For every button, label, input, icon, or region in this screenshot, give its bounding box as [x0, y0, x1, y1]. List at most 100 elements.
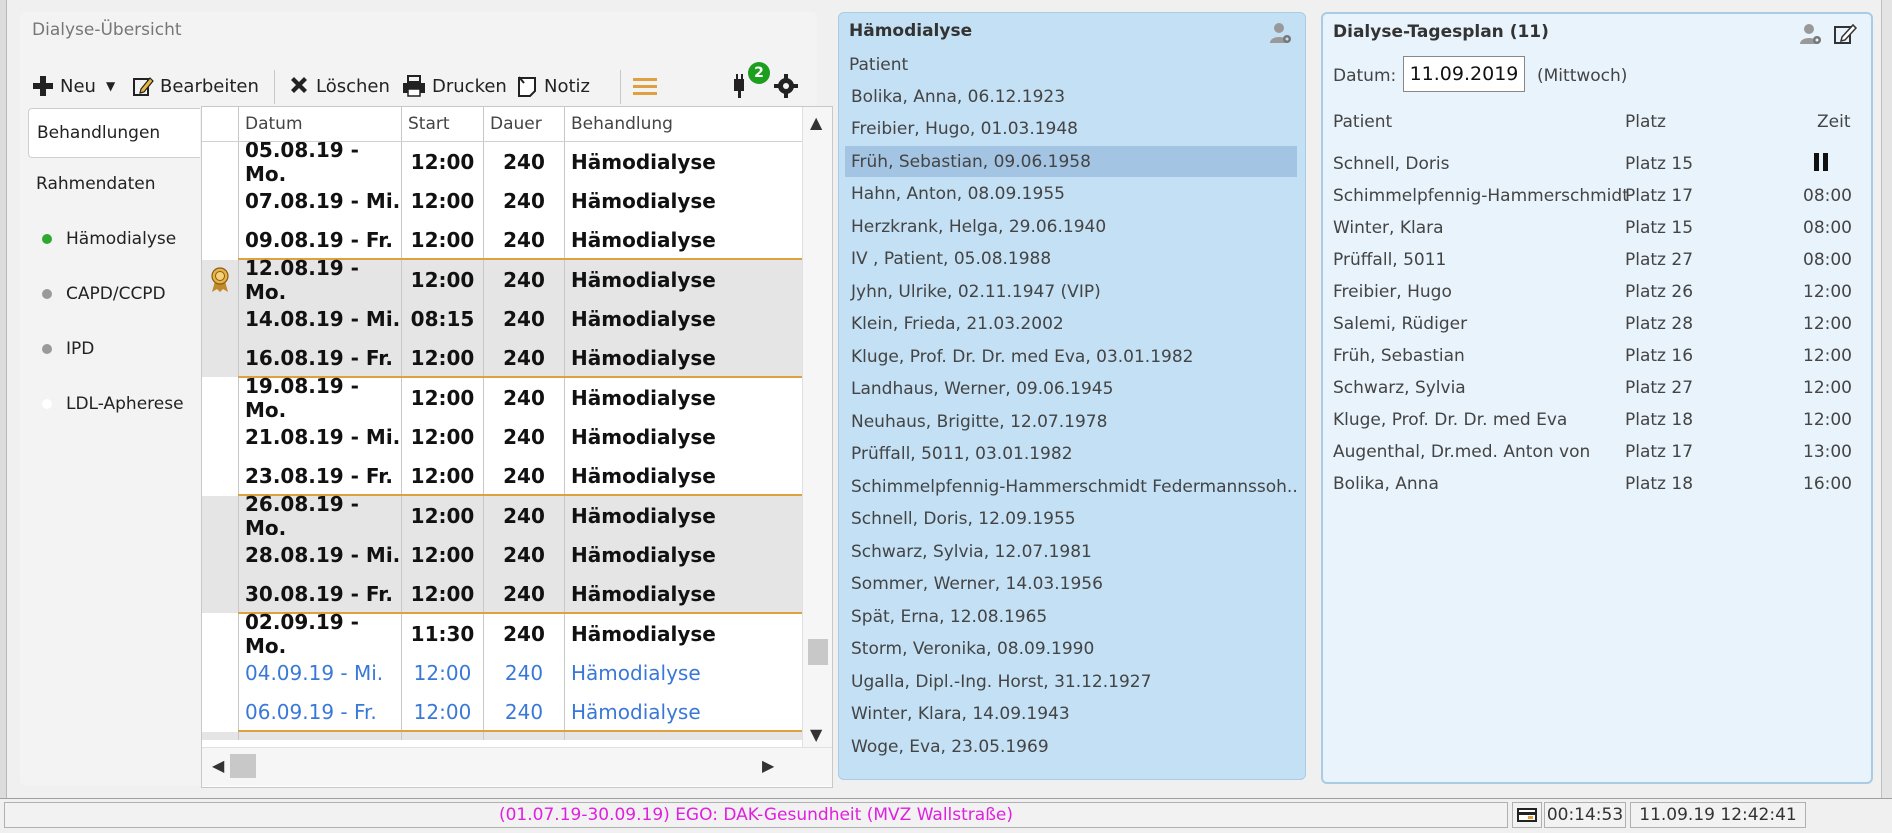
- tab-behandlungen[interactable]: Behandlungen: [28, 108, 200, 158]
- cell-time: 13:00: [1803, 442, 1852, 462]
- settings-button[interactable]: [774, 66, 804, 106]
- list-item[interactable]: Woge, Eva, 23.05.1969: [845, 731, 1297, 762]
- cell-start: 11:30: [401, 614, 483, 653]
- list-item[interactable]: Kluge, Prof. Dr. Dr. med Eva, 03.01.1982: [845, 341, 1297, 372]
- list-item[interactable]: Landhaus, Werner, 09.06.1945: [845, 373, 1297, 404]
- menu-button[interactable]: [632, 66, 664, 106]
- tab-rahmendaten[interactable]: Rahmendaten: [36, 174, 156, 194]
- scroll-right-arrow-icon[interactable]: ▶: [762, 756, 774, 775]
- scroll-down-arrow-icon[interactable]: ▼: [810, 725, 822, 744]
- table-row[interactable]: Augenthal, Dr.med. Anton von Platz 17 13…: [1323, 436, 1871, 468]
- delete-button-label: Löschen: [316, 75, 390, 97]
- row-icon-cell: [202, 535, 238, 574]
- row-icon-cell: [202, 378, 238, 417]
- table-row[interactable]: 16.08.19 - Fr. 12:00 240 Hämodialyse: [202, 338, 802, 377]
- table-row[interactable]: 06.09.19 - Fr. 12:00 240 Hämodialyse: [202, 692, 802, 731]
- row-icon-cell: [202, 260, 238, 299]
- tab-capd-ccpd[interactable]: CAPD/CCPD: [36, 284, 166, 304]
- cell-start: 12:00: [401, 574, 483, 613]
- tab-ipd[interactable]: IPD: [36, 339, 94, 359]
- scroll-thumb[interactable]: [808, 639, 828, 665]
- list-item[interactable]: IV , Patient, 05.08.1988: [845, 243, 1297, 274]
- list-item[interactable]: Prüffall, 5011, 03.01.1982: [845, 438, 1297, 469]
- table-row[interactable]: Bolika, Anna Platz 18 16:00: [1323, 468, 1871, 500]
- cell-duration: 240: [483, 574, 564, 613]
- list-item[interactable]: Storm, Veronika, 08.09.1990: [845, 633, 1297, 664]
- date-field[interactable]: 11.09.2019: [1403, 56, 1525, 92]
- print-button[interactable]: Drucken: [402, 66, 507, 106]
- list-item[interactable]: Spät, Erna, 12.08.1965: [845, 601, 1297, 632]
- print-button-label: Drucken: [432, 75, 507, 97]
- user-settings-icon[interactable]: [1799, 22, 1823, 50]
- cell-duration: 240: [483, 220, 564, 259]
- list-item[interactable]: Winter, Klara, 14.09.1943: [845, 698, 1297, 729]
- list-item[interactable]: Bolika, Anna, 06.12.1923: [845, 81, 1297, 112]
- cell-treatment: Hämodialyse: [564, 378, 802, 417]
- cell-time: 08:00: [1803, 218, 1852, 238]
- window-left-edge: [0, 0, 7, 798]
- table-row[interactable]: Schwarz, Sylvia Platz 27 12:00: [1323, 372, 1871, 404]
- new-button[interactable]: Neu ▼: [32, 66, 115, 106]
- column-header-start[interactable]: Start: [401, 107, 483, 141]
- new-button-label: Neu: [60, 75, 96, 97]
- list-item[interactable]: Hahn, Anton, 08.09.1955: [845, 178, 1297, 209]
- table-row[interactable]: Winter, Klara Platz 15 08:00: [1323, 212, 1871, 244]
- notifications-button[interactable]: 2: [730, 62, 770, 106]
- column-header-date[interactable]: Datum: [238, 107, 401, 141]
- list-item[interactable]: Herzkrank, Helga, 29.06.1940: [845, 211, 1297, 242]
- table-row[interactable]: 30.08.19 - Fr. 12:00 240 Hämodialyse: [202, 574, 802, 613]
- table-row[interactable]: Prüffall, 5011 Platz 27 08:00: [1323, 244, 1871, 276]
- table-row[interactable]: Früh, Sebastian Platz 16 12:00: [1323, 340, 1871, 372]
- table-row[interactable]: 04.09.19 - Mi. 12:00 240 Hämodialyse: [202, 653, 802, 692]
- table-row[interactable]: 21.08.19 - Mi. 12:00 240 Hämodialyse: [202, 417, 802, 456]
- list-item[interactable]: Klein, Frieda, 21.03.2002: [845, 308, 1297, 339]
- horizontal-scrollbar[interactable]: ◀ ▶: [202, 747, 832, 786]
- list-item[interactable]: Sommer, Werner, 14.03.1956: [845, 568, 1297, 599]
- table-row[interactable]: 07.08.19 - Mi. 12:00 240 Hämodialyse: [202, 181, 802, 220]
- list-item[interactable]: Freibier, Hugo, 01.03.1948: [845, 113, 1297, 144]
- list-item[interactable]: Schwarz, Sylvia, 12.07.1981: [845, 536, 1297, 567]
- table-row[interactable]: 26.08.19 - Mo. 12:00 240 Hämodialyse: [202, 492, 802, 540]
- cell-treatment: Hämodialyse: [564, 181, 802, 220]
- list-item[interactable]: Schnell, Doris, 12.09.1955: [845, 503, 1297, 534]
- vertical-scrollbar[interactable]: ▲ ▼: [802, 107, 832, 747]
- cell-start: 12:00: [401, 220, 483, 259]
- edit-button[interactable]: Bearbeiten: [132, 66, 259, 106]
- table-row[interactable]: 09.08.19 - Fr. 12:00 240 Hämodialyse: [202, 220, 802, 259]
- list-item[interactable]: Jyhn, Ulrike, 02.11.1947 (VIP): [845, 276, 1297, 307]
- tab-ldl-apherese[interactable]: LDL-Apherese: [36, 394, 184, 414]
- list-item-selected[interactable]: Früh, Sebastian, 09.06.1958: [845, 146, 1297, 177]
- scroll-up-arrow-icon[interactable]: ▲: [810, 113, 822, 132]
- table-row[interactable]: Freibier, Hugo Platz 26 12:00: [1323, 276, 1871, 308]
- table-row[interactable]: Kluge, Prof. Dr. Dr. med Eva Platz 18 12…: [1323, 404, 1871, 436]
- table-body: 05.08.19 - Mo. 12:00 240 Hämodialyse 07.…: [202, 142, 802, 740]
- table-row[interactable]: 02.09.19 - Mo. 11:30 240 Hämodialyse: [202, 610, 802, 658]
- table-row[interactable]: 05.08.19 - Mo. 12:00 240 Hämodialyse: [202, 142, 802, 186]
- table-row[interactable]: 09.09.19 - Mo. 12:00 240 Hämodialyse: [202, 732, 802, 740]
- scroll-thumb[interactable]: [230, 754, 256, 778]
- table-row[interactable]: 19.08.19 - Mo. 12:00 240 Hämodialyse: [202, 374, 802, 422]
- edit-icon[interactable]: [1833, 22, 1858, 50]
- cell-treatment: Hämodialyse: [564, 692, 802, 731]
- note-button[interactable]: Notiz: [516, 66, 590, 106]
- table-row[interactable]: Salemi, Rüdiger Platz 28 12:00: [1323, 308, 1871, 340]
- list-item[interactable]: Neuhaus, Brigitte, 12.07.1978: [845, 406, 1297, 437]
- list-item[interactable]: Schimmelpfennig-Hammerschmidt Federmanns…: [845, 471, 1297, 502]
- cell-start: 08:15: [401, 299, 483, 338]
- table-row[interactable]: Schnell, Doris Platz 15: [1323, 148, 1871, 180]
- table-row[interactable]: 23.08.19 - Fr. 12:00 240 Hämodialyse: [202, 456, 802, 495]
- tab-haemodialyse[interactable]: Hämodialyse: [36, 229, 176, 249]
- pause-icon[interactable]: [1813, 152, 1829, 177]
- list-item[interactable]: Ugalla, Dipl.-Ing. Horst, 31.12.1927: [845, 666, 1297, 697]
- table-row[interactable]: 28.08.19 - Mi. 12:00 240 Hämodialyse: [202, 535, 802, 574]
- card-reader-icon[interactable]: [1512, 802, 1542, 828]
- table-row[interactable]: 12.08.19 - Mo. 12:00 240 Hämodialyse: [202, 256, 802, 304]
- scroll-left-arrow-icon[interactable]: ◀: [212, 756, 224, 775]
- column-header-treatment[interactable]: Behandlung: [564, 107, 802, 141]
- delete-button[interactable]: Löschen: [288, 66, 390, 106]
- table-row[interactable]: Schimmelpfennig-Hammerschmidt Platz 17 0…: [1323, 180, 1871, 212]
- table-row[interactable]: 14.08.19 - Mi. 08:15 240 Hämodialyse: [202, 299, 802, 338]
- column-header-duration[interactable]: Dauer: [483, 107, 564, 141]
- user-settings-icon[interactable]: [1269, 21, 1293, 49]
- caret-down-icon[interactable]: ▼: [106, 79, 115, 93]
